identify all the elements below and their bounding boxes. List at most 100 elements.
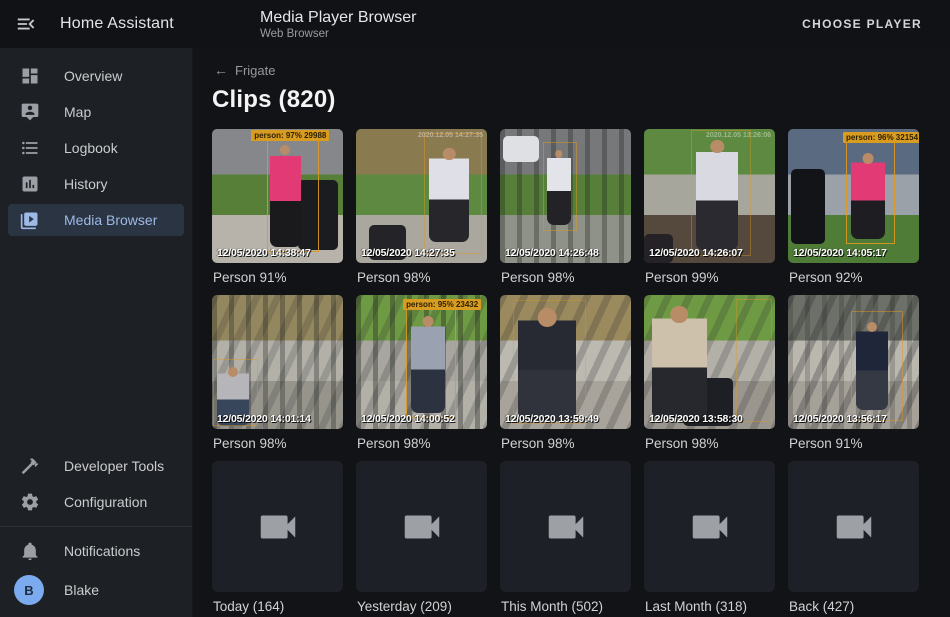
video-camera-icon bbox=[831, 504, 877, 550]
clip-caption: Person 98% bbox=[213, 435, 343, 452]
detection-box bbox=[846, 142, 896, 244]
folder-tile-last-month[interactable]: Last Month (318) bbox=[644, 461, 775, 615]
detection-label: person: 96% 32154 bbox=[843, 132, 919, 143]
sidebar-item-label: Overview bbox=[64, 68, 122, 84]
sidebar-divider bbox=[0, 526, 192, 527]
clip-thumbnail: 12/05/2020 13:59:49 bbox=[500, 295, 631, 429]
app-header: Home Assistant Media Player Browser Web … bbox=[0, 0, 950, 48]
clip-thumbnail: 12/05/2020 13:58:30 bbox=[644, 295, 775, 429]
clip-tile[interactable]: 12/05/2020 13:58:30 Person 98% bbox=[644, 295, 775, 452]
detection-box bbox=[267, 134, 319, 252]
clip-tile[interactable]: 12/05/2020 14:26:48 Person 98% bbox=[500, 129, 631, 286]
clip-thumbnail: 2020.12.05 14:27:35 12/05/2020 14:27:35 bbox=[356, 129, 487, 263]
clip-tile[interactable]: person: 97% 29988 12/05/2020 14:38:47 Pe… bbox=[212, 129, 343, 286]
sidebar-item-notifications[interactable]: Notifications bbox=[8, 535, 184, 567]
clip-thumbnail: person: 95% 23432 12/05/2020 14:00:52 bbox=[356, 295, 487, 429]
sidebar-item-label: Map bbox=[64, 104, 91, 120]
sidebar-item-developer-tools[interactable]: Developer Tools bbox=[8, 450, 184, 482]
clip-timestamp: 12/05/2020 14:26:07 bbox=[649, 247, 743, 259]
folder-label: Yesterday (209) bbox=[357, 598, 487, 615]
breadcrumb-label: Frigate bbox=[235, 63, 275, 78]
detection-box bbox=[406, 306, 456, 419]
folder-thumbnail bbox=[356, 461, 487, 592]
clip-thumbnail: person: 97% 29988 12/05/2020 14:38:47 bbox=[212, 129, 343, 263]
clip-timestamp: 12/05/2020 14:38:47 bbox=[217, 247, 311, 259]
sidebar-item-map[interactable]: Map bbox=[8, 96, 184, 128]
video-camera-icon bbox=[399, 504, 445, 550]
folder-tile-back[interactable]: Back (427) bbox=[788, 461, 919, 615]
detection-box bbox=[851, 311, 903, 421]
sidebar-user[interactable]: B Blake bbox=[8, 569, 184, 611]
clip-caption: Person 91% bbox=[789, 435, 919, 452]
folder-label: Back (427) bbox=[789, 598, 919, 615]
avatar: B bbox=[14, 575, 44, 605]
folder-label: Today (164) bbox=[213, 598, 343, 615]
back-arrow-icon: ← bbox=[214, 62, 228, 78]
car-shape bbox=[503, 136, 540, 163]
sidebar-item-label: History bbox=[64, 176, 108, 192]
clip-tile[interactable]: 2020.12.05 14:27:35 12/05/2020 14:27:35 … bbox=[356, 129, 487, 286]
clip-timestamp: 12/05/2020 13:56:17 bbox=[793, 413, 887, 425]
sidebar-item-logbook[interactable]: Logbook bbox=[8, 132, 184, 164]
clip-caption: Person 98% bbox=[645, 435, 775, 452]
sidebar-item-label: Logbook bbox=[64, 140, 118, 156]
clip-thumbnail: 12/05/2020 14:01:14 bbox=[212, 295, 343, 429]
clip-caption: Person 98% bbox=[357, 435, 487, 452]
clip-timestamp: 12/05/2020 14:01:14 bbox=[217, 413, 311, 425]
sidebar: Overview Map Logbook History Media Brows… bbox=[0, 48, 193, 617]
sidebar-item-media-browser[interactable]: Media Browser bbox=[8, 204, 184, 236]
detection-label: person: 95% 23432 bbox=[403, 299, 481, 310]
clip-tile[interactable]: 12/05/2020 14:01:14 Person 98% bbox=[212, 295, 343, 452]
detection-box bbox=[513, 300, 586, 423]
page-heading: Clips (820) bbox=[212, 86, 920, 114]
clip-tile[interactable]: person: 95% 23432 12/05/2020 14:00:52 Pe… bbox=[356, 295, 487, 452]
clip-timestamp: 12/05/2020 14:00:52 bbox=[361, 413, 455, 425]
menu-open-icon bbox=[15, 13, 37, 35]
folder-tile-this-month[interactable]: This Month (502) bbox=[500, 461, 631, 615]
folder-thumbnail bbox=[644, 461, 775, 592]
folder-label: Last Month (318) bbox=[645, 598, 775, 615]
clip-tile[interactable]: 12/05/2020 13:59:49 Person 98% bbox=[500, 295, 631, 452]
sidebar-item-configuration[interactable]: Configuration bbox=[8, 486, 184, 518]
media-browser-icon bbox=[18, 208, 42, 232]
clips-grid: person: 97% 29988 12/05/2020 14:38:47 Pe… bbox=[212, 129, 920, 615]
folder-tile-today[interactable]: Today (164) bbox=[212, 461, 343, 615]
clip-tile[interactable]: person: 96% 32154 12/05/2020 14:05:17 Pe… bbox=[788, 129, 919, 286]
app-title: Home Assistant bbox=[60, 15, 174, 33]
toolbar: Media Player Browser Web Browser CHOOSE … bbox=[193, 8, 950, 41]
clip-caption: Person 91% bbox=[213, 269, 343, 286]
clip-caption: Person 98% bbox=[357, 269, 487, 286]
sidebar-item-label: Notifications bbox=[64, 543, 140, 559]
clip-caption: Person 99% bbox=[645, 269, 775, 286]
clip-tile[interactable]: 12/05/2020 13:56:17 Person 91% bbox=[788, 295, 919, 452]
sidebar-item-history[interactable]: History bbox=[8, 168, 184, 200]
clip-timestamp: 12/05/2020 14:27:35 bbox=[361, 247, 455, 259]
stroller-shape bbox=[791, 169, 825, 244]
clip-caption: Person 92% bbox=[789, 269, 919, 286]
clip-caption: Person 98% bbox=[501, 269, 631, 286]
map-icon bbox=[18, 100, 42, 124]
choose-player-button[interactable]: CHOOSE PLAYER bbox=[796, 9, 928, 39]
clip-timestamp: 12/05/2020 14:26:48 bbox=[505, 247, 599, 259]
folder-thumbnail bbox=[788, 461, 919, 592]
sidebar-item-label: Configuration bbox=[64, 494, 147, 510]
main-content: ← Frigate Clips (820) person: 97% 29988 … bbox=[193, 48, 950, 617]
folder-label: This Month (502) bbox=[501, 598, 631, 615]
breadcrumb-back-frigate[interactable]: ← Frigate bbox=[212, 62, 920, 78]
video-camera-icon bbox=[687, 504, 733, 550]
bell-icon bbox=[18, 539, 42, 563]
clip-thumbnail: person: 96% 32154 12/05/2020 14:05:17 bbox=[788, 129, 919, 263]
folder-tile-yesterday[interactable]: Yesterday (209) bbox=[356, 461, 487, 615]
sidebar-item-overview[interactable]: Overview bbox=[8, 60, 184, 92]
home-assistant-app: Home Assistant Media Player Browser Web … bbox=[0, 0, 950, 617]
clip-tile[interactable]: 2020.12.05 13:26:06 12/05/2020 14:26:07 … bbox=[644, 129, 775, 286]
toolbar-titles: Media Player Browser Web Browser bbox=[260, 8, 417, 41]
clip-thumbnail: 12/05/2020 13:56:17 bbox=[788, 295, 919, 429]
sidebar-item-label: Developer Tools bbox=[64, 458, 164, 474]
clip-caption: Person 98% bbox=[501, 435, 631, 452]
video-camera-icon bbox=[255, 504, 301, 550]
clip-timestamp: 12/05/2020 14:05:17 bbox=[793, 247, 887, 259]
video-camera-icon bbox=[543, 504, 589, 550]
page-subtitle: Web Browser bbox=[260, 27, 417, 41]
sidebar-toggle-button[interactable] bbox=[14, 12, 38, 36]
